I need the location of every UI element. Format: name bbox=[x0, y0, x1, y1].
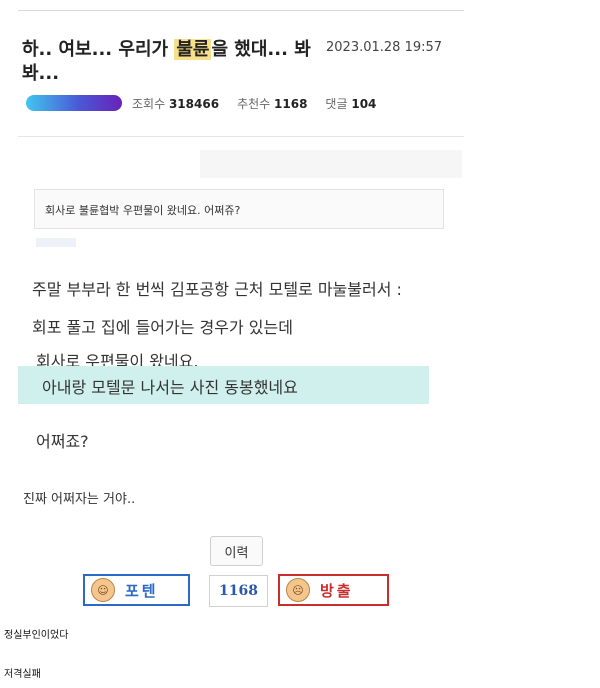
blurred-line bbox=[36, 238, 76, 247]
quoted-post-title: 회사로 불륜협박 우편물이 왔네요. 어쩌쥬? bbox=[34, 189, 444, 229]
post-title: 하.. 여보... 우리가 불륜 을 했대... 봐봐... bbox=[22, 38, 322, 86]
downvote-label: 방출 bbox=[320, 581, 354, 600]
title-prefix: 하.. 여보... 우리가 bbox=[22, 39, 175, 60]
blurred-region bbox=[200, 150, 462, 178]
closing-text: 진짜 어쩌자는 거야.. bbox=[23, 492, 136, 507]
sad-face-icon: ☹ bbox=[286, 578, 310, 602]
recommends-count: 1168 bbox=[274, 96, 308, 111]
vote-count: 1168 bbox=[209, 575, 268, 607]
upvote-label: 포텐 bbox=[125, 581, 159, 600]
downvote-button[interactable]: ☹ 방출 bbox=[278, 574, 389, 606]
body-line-1: 주말 부부라 한 번씩 김포공항 근처 모텔로 마눌불러서 : bbox=[32, 280, 402, 299]
views-count: 318466 bbox=[168, 96, 220, 111]
top-divider bbox=[18, 10, 464, 11]
header-divider bbox=[18, 136, 464, 137]
comment-text: 정실부인이었다 bbox=[4, 630, 69, 641]
history-button[interactable]: 이력 bbox=[210, 536, 263, 566]
smile-face-icon: ☺ bbox=[91, 578, 115, 602]
comment-text: 저격실패 bbox=[4, 669, 41, 680]
title-highlight: 불륜 bbox=[174, 39, 212, 60]
quoted-text: 회사로 불륜협박 우편물이 왔네요. 어쩌쥬? bbox=[45, 204, 241, 217]
body-line-5: 어쩌죠? bbox=[36, 432, 89, 451]
post-meta: 조회수 318466 추천수 1168 댓글 104 bbox=[26, 94, 394, 112]
recommends-stat: 추천수 1168 bbox=[237, 95, 307, 112]
comments-stat[interactable]: 댓글 104 bbox=[325, 95, 376, 112]
user-level-bar bbox=[26, 95, 122, 111]
recommends-label: 추천수 bbox=[237, 96, 271, 111]
post-date: 2023.01.28 19:57 bbox=[326, 40, 443, 55]
body-line-4: 아내랑 모텔문 나서는 사진 동봉했네요 bbox=[42, 378, 298, 397]
body-line-2: 회포 풀고 집에 들어가는 경우가 있는데 bbox=[32, 318, 293, 337]
views-label: 조회수 bbox=[132, 96, 166, 111]
comments-count: 104 bbox=[351, 96, 377, 111]
views-stat: 조회수 318466 bbox=[132, 95, 219, 112]
upvote-button[interactable]: ☺ 포텐 bbox=[83, 574, 190, 606]
comments-label: 댓글 bbox=[325, 96, 348, 111]
